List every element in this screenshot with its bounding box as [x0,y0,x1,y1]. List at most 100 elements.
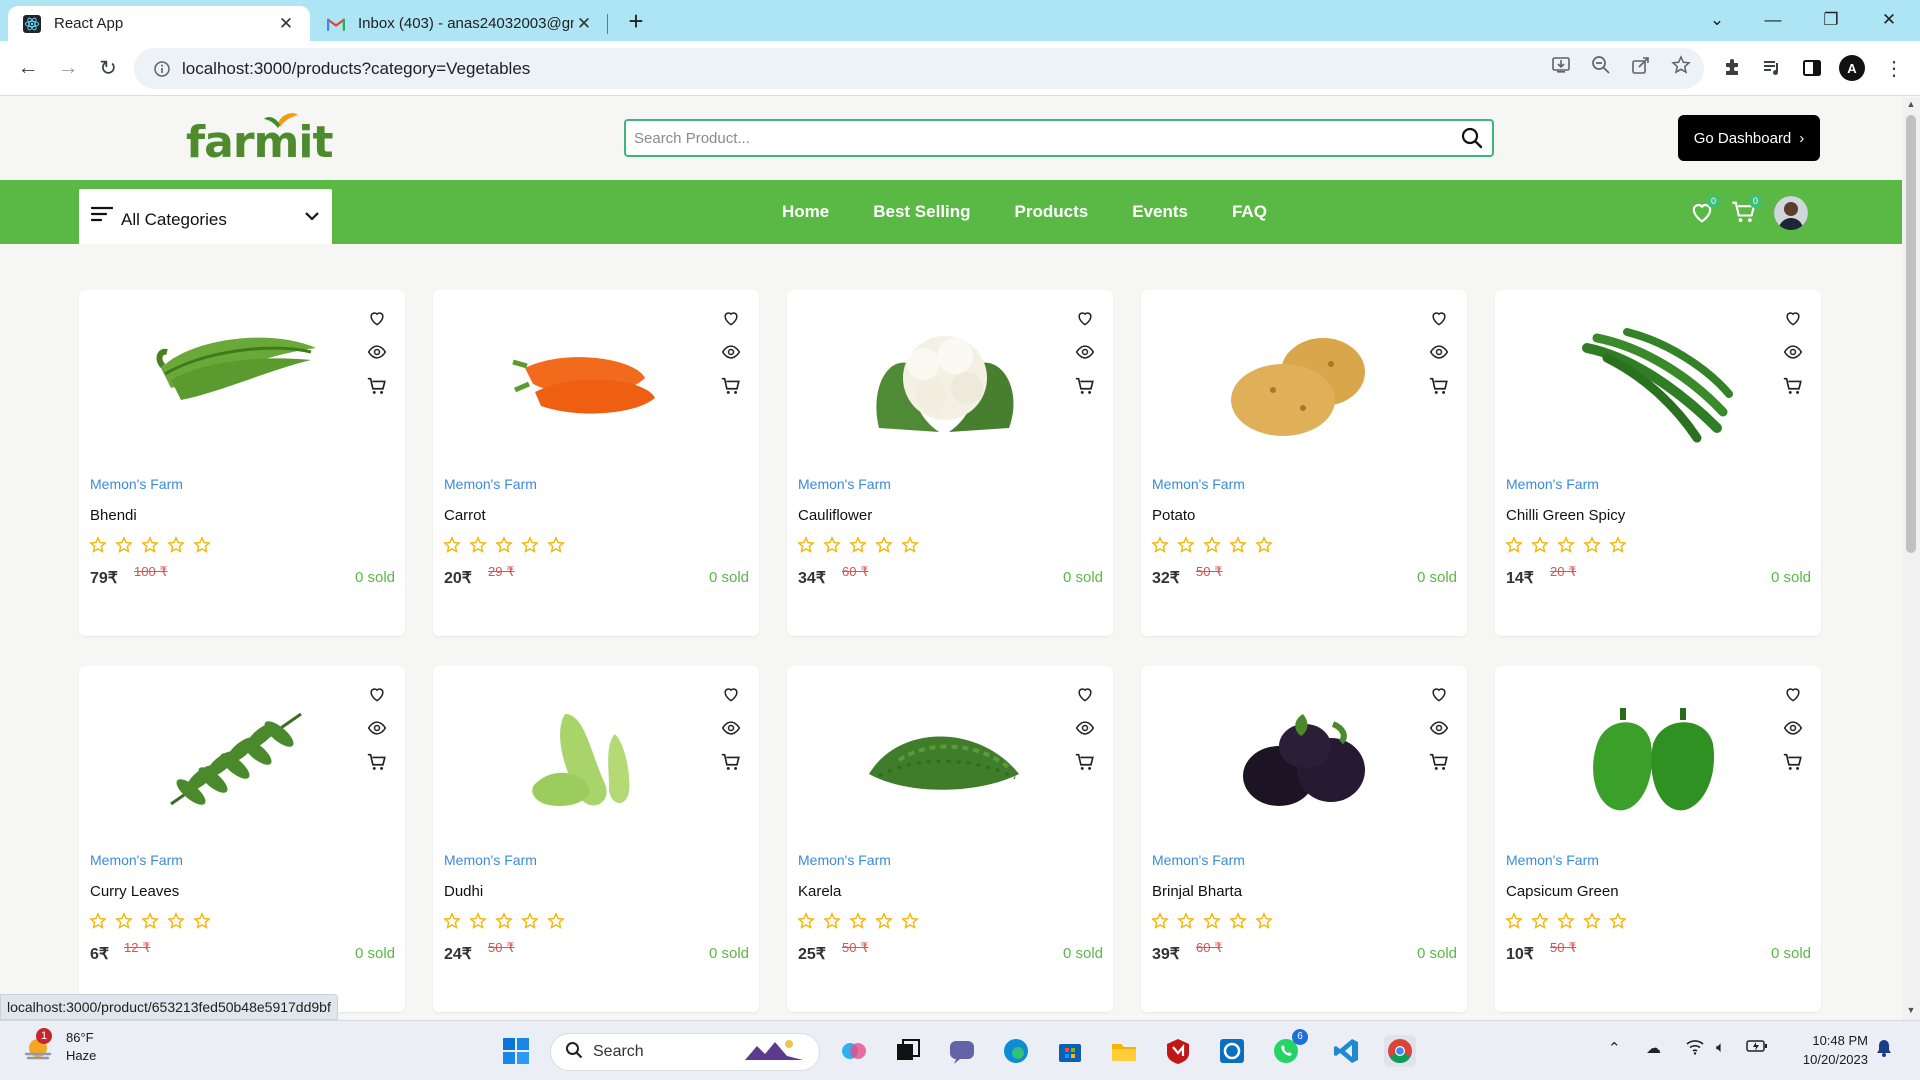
shop-name-link[interactable]: Memon's Farm [90,852,183,868]
file-explorer-icon[interactable] [1108,1035,1140,1067]
all-categories-dropdown[interactable]: All Categories [79,189,332,244]
reload-icon[interactable]: ↻ [92,52,124,84]
nav-events[interactable]: Events [1132,202,1188,222]
product-image-brinjal[interactable] [1213,684,1383,824]
heart-icon[interactable] [365,306,389,330]
add-to-cart-icon[interactable] [1073,374,1097,398]
add-to-cart-icon[interactable] [719,374,743,398]
page-scrollbar[interactable]: ▲ ▼ [1902,97,1920,1020]
heart-icon[interactable] [1781,306,1805,330]
scroll-up-icon[interactable]: ▲ [1902,99,1920,109]
notification-bell-icon[interactable] [1876,1039,1892,1061]
product-card[interactable]: Memon's Farm Cauliflower 34₹ 60 ₹ 0 sold [787,290,1113,636]
product-card[interactable]: Memon's Farm Potato 32₹ 50 ₹ 0 sold [1141,290,1467,636]
install-icon[interactable] [1548,52,1574,78]
eye-icon[interactable] [1781,340,1805,364]
side-panel-icon[interactable] [1798,54,1826,82]
scrollbar-thumb[interactable] [1906,115,1916,553]
heart-icon[interactable] [719,306,743,330]
product-image-dudhi[interactable] [505,684,675,824]
shop-name-link[interactable]: Memon's Farm [1152,476,1245,492]
shop-name-link[interactable]: Memon's Farm [444,476,537,492]
eye-icon[interactable] [719,716,743,740]
tab-gmail[interactable]: Inbox (403) - anas24032003@gm ✕ [312,6,608,41]
product-image-curry[interactable] [151,684,321,824]
product-image-cauliflower[interactable] [859,308,1029,448]
product-card[interactable]: Memon's Farm Brinjal Bharta 39₹ 60 ₹ 0 sold [1141,666,1467,1012]
product-name[interactable]: Bhendi [90,507,137,524]
tab-search-icon[interactable]: ⌄ [1694,6,1740,34]
minimize-button[interactable]: — [1750,6,1796,34]
go-dashboard-button[interactable]: Go Dashboard › [1678,115,1820,161]
onedrive-icon[interactable]: ☁ [1646,1039,1661,1057]
eye-icon[interactable] [365,340,389,364]
shop-name-link[interactable]: Memon's Farm [1152,852,1245,868]
shop-name-link[interactable]: Memon's Farm [798,852,891,868]
show-hidden-icons[interactable]: ⌃ [1608,1039,1621,1057]
whatsapp-icon[interactable]: 6 [1270,1029,1308,1067]
menu-kebab-icon[interactable]: ⋮ [1880,54,1908,82]
microsoft-store-icon[interactable] [1054,1035,1086,1067]
heart-icon[interactable] [365,682,389,706]
shop-name-link[interactable]: Memon's Farm [1506,852,1599,868]
shop-name-link[interactable]: Memon's Farm [1506,476,1599,492]
back-icon[interactable]: ← [12,52,44,84]
product-name[interactable]: Dudhi [444,883,483,900]
scroll-down-icon[interactable]: ▼ [1902,1005,1920,1015]
heart-icon[interactable] [1427,682,1451,706]
eye-icon[interactable] [1427,716,1451,740]
forward-icon[interactable]: → [52,52,84,84]
eye-icon[interactable] [1781,716,1805,740]
add-to-cart-icon[interactable] [1427,374,1451,398]
system-clock[interactable]: 10:48 PM 10/20/2023 [1784,1031,1868,1069]
tab-react-app[interactable]: React App ✕ [8,6,310,41]
product-name[interactable]: Karela [798,883,841,900]
bookmark-star-icon[interactable] [1668,52,1694,78]
mcafee-icon[interactable] [1162,1035,1194,1067]
edge-icon[interactable] [1000,1035,1032,1067]
add-to-cart-icon[interactable] [719,750,743,774]
nav-home[interactable]: Home [782,202,829,222]
eye-icon[interactable] [1073,716,1097,740]
windows-start-icon[interactable] [500,1035,532,1067]
copilot-icon[interactable] [838,1035,870,1067]
product-name[interactable]: Capsicum Green [1506,883,1619,900]
add-to-cart-icon[interactable] [1073,750,1097,774]
add-to-cart-icon[interactable] [365,750,389,774]
task-view-icon[interactable] [892,1035,924,1067]
product-image-okra[interactable] [151,308,321,448]
product-image-potato[interactable] [1213,308,1383,448]
heart-icon[interactable] [719,682,743,706]
cortana-app-icon[interactable] [1216,1035,1248,1067]
product-name[interactable]: Brinjal Bharta [1152,883,1242,900]
add-to-cart-icon[interactable] [1781,374,1805,398]
zoom-icon[interactable] [1588,52,1614,78]
wishlist-button[interactable]: 0 [1688,195,1720,228]
site-info-icon[interactable] [142,60,182,77]
restore-button[interactable]: ❐ [1808,6,1854,34]
extensions-icon[interactable] [1718,54,1746,82]
product-card[interactable]: Memon's Farm Capsicum Green 10₹ 50 ₹ 0 sold [1495,666,1821,1012]
shop-name-link[interactable]: Memon's Farm [90,476,183,492]
close-window-button[interactable]: ✕ [1866,6,1912,34]
add-to-cart-icon[interactable] [365,374,389,398]
close-tab-icon[interactable]: ✕ [574,14,594,34]
chrome-icon[interactable] [1384,1035,1416,1067]
vscode-icon[interactable] [1330,1035,1362,1067]
weather-widget[interactable]: 1 86°F Haze [22,1028,96,1065]
product-card[interactable]: Memon's Farm Karela 25₹ 50 ₹ 0 sold [787,666,1113,1012]
close-tab-icon[interactable]: ✕ [276,14,296,34]
address-bar[interactable]: localhost:3000/products?category=Vegetab… [134,48,1704,89]
eye-icon[interactable] [719,340,743,364]
product-image-carrot[interactable] [505,308,675,448]
shop-name-link[interactable]: Memon's Farm [798,476,891,492]
farmit-logo[interactable]: farmit [186,111,336,168]
cart-button[interactable]: 0 [1730,195,1762,228]
product-card[interactable]: Memon's Farm Dudhi 24₹ 50 ₹ 0 sold [433,666,759,1012]
eye-icon[interactable] [1427,340,1451,364]
product-name[interactable]: Carrot [444,507,486,524]
add-to-cart-icon[interactable] [1781,750,1805,774]
media-control-icon[interactable] [1758,54,1786,82]
product-name[interactable]: Potato [1152,507,1195,524]
product-card[interactable]: Memon's Farm Bhendi 79₹ 100 ₹ 0 sold [79,290,405,636]
